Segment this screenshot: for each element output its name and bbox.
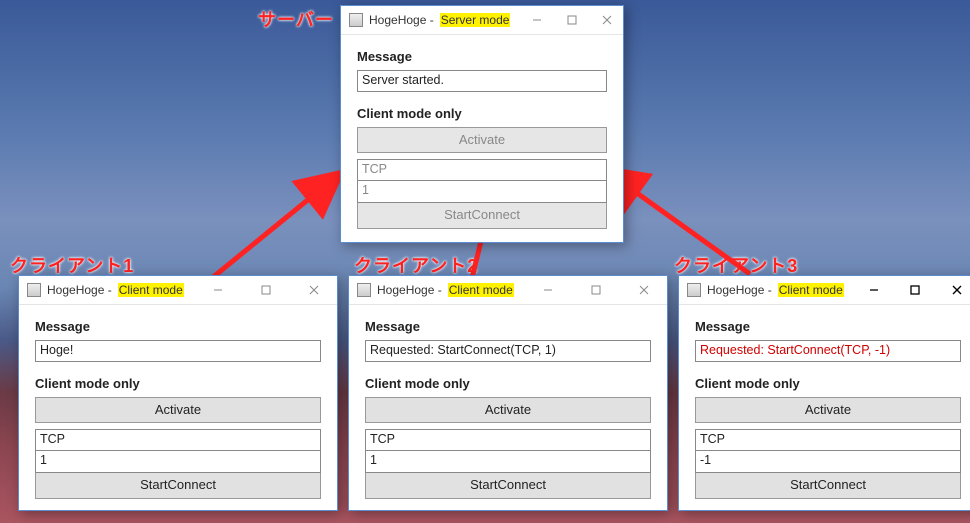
client-mode-label: Client mode only — [365, 376, 651, 391]
client-mode-label: Client mode only — [357, 106, 607, 121]
titlebar[interactable]: HogeHoge - Server mode — [341, 6, 623, 35]
close-button[interactable] — [939, 276, 970, 304]
content: Message Server started. Client mode only… — [341, 35, 623, 245]
title-mode: Client mode — [778, 283, 844, 297]
title-prefix: HogeHoge - — [47, 283, 112, 297]
activate-button[interactable]: Activate — [695, 397, 961, 423]
app-icon — [27, 283, 41, 297]
title-prefix: HogeHoge - — [369, 13, 434, 27]
protocol-field[interactable]: TCP — [357, 159, 607, 181]
maximize-button[interactable] — [557, 6, 586, 34]
message-field[interactable]: Hoge! — [35, 340, 321, 362]
app-icon — [349, 13, 363, 27]
activate-button[interactable]: Activate — [35, 397, 321, 423]
number-field[interactable]: 1 — [365, 451, 651, 473]
message-field[interactable]: Server started. — [357, 70, 607, 92]
startconnect-button[interactable]: StartConnect — [365, 473, 651, 499]
annotation-server: サーバー — [258, 6, 334, 32]
activate-button[interactable]: Activate — [365, 397, 651, 423]
titlebar[interactable]: HogeHoge - Client mode — [19, 276, 337, 305]
number-field[interactable]: -1 — [695, 451, 961, 473]
minimize-button[interactable] — [522, 6, 551, 34]
activate-button[interactable]: Activate — [357, 127, 607, 153]
title-mode: Client mode — [118, 283, 184, 297]
maximize-button[interactable] — [898, 276, 934, 304]
window-server: HogeHoge - Server mode Message Server st… — [340, 5, 624, 243]
content: Message Hoge! Client mode only Activate … — [19, 305, 337, 515]
maximize-button[interactable] — [245, 276, 287, 304]
minimize-button[interactable] — [197, 276, 239, 304]
maximize-button[interactable] — [575, 276, 617, 304]
startconnect-button[interactable]: StartConnect — [357, 203, 607, 229]
app-icon — [357, 283, 371, 297]
message-label: Message — [357, 49, 607, 64]
startconnect-button[interactable]: StartConnect — [695, 473, 961, 499]
window-client2: HogeHoge - Client mode Message Requested… — [348, 275, 668, 511]
message-label: Message — [695, 319, 961, 334]
titlebar[interactable]: HogeHoge - Client mode — [349, 276, 667, 305]
titlebar[interactable]: HogeHoge - Client mode — [679, 276, 970, 305]
message-field[interactable]: Requested: StartConnect(TCP, 1) — [365, 340, 651, 362]
app-icon — [687, 283, 701, 297]
message-label: Message — [35, 319, 321, 334]
client-mode-label: Client mode only — [35, 376, 321, 391]
message-label: Message — [365, 319, 651, 334]
protocol-field[interactable]: TCP — [695, 429, 961, 451]
number-field[interactable]: 1 — [357, 181, 607, 203]
content: Message Requested: StartConnect(TCP, -1)… — [679, 305, 970, 515]
title-prefix: HogeHoge - — [377, 283, 442, 297]
message-field[interactable]: Requested: StartConnect(TCP, -1) — [695, 340, 961, 362]
startconnect-button[interactable]: StartConnect — [35, 473, 321, 499]
client-mode-label: Client mode only — [695, 376, 961, 391]
number-field[interactable]: 1 — [35, 451, 321, 473]
title-mode: Client mode — [448, 283, 514, 297]
content: Message Requested: StartConnect(TCP, 1) … — [349, 305, 667, 515]
protocol-field[interactable]: TCP — [365, 429, 651, 451]
minimize-button[interactable] — [856, 276, 892, 304]
window-client3: HogeHoge - Client mode Message Requested… — [678, 275, 970, 511]
minimize-button[interactable] — [527, 276, 569, 304]
close-button[interactable] — [293, 276, 335, 304]
title-prefix: HogeHoge - — [707, 283, 772, 297]
protocol-field[interactable]: TCP — [35, 429, 321, 451]
window-client1: HogeHoge - Client mode Message Hoge! Cli… — [18, 275, 338, 511]
title-mode: Server mode — [440, 13, 511, 27]
close-button[interactable] — [623, 276, 665, 304]
close-button[interactable] — [592, 6, 621, 34]
